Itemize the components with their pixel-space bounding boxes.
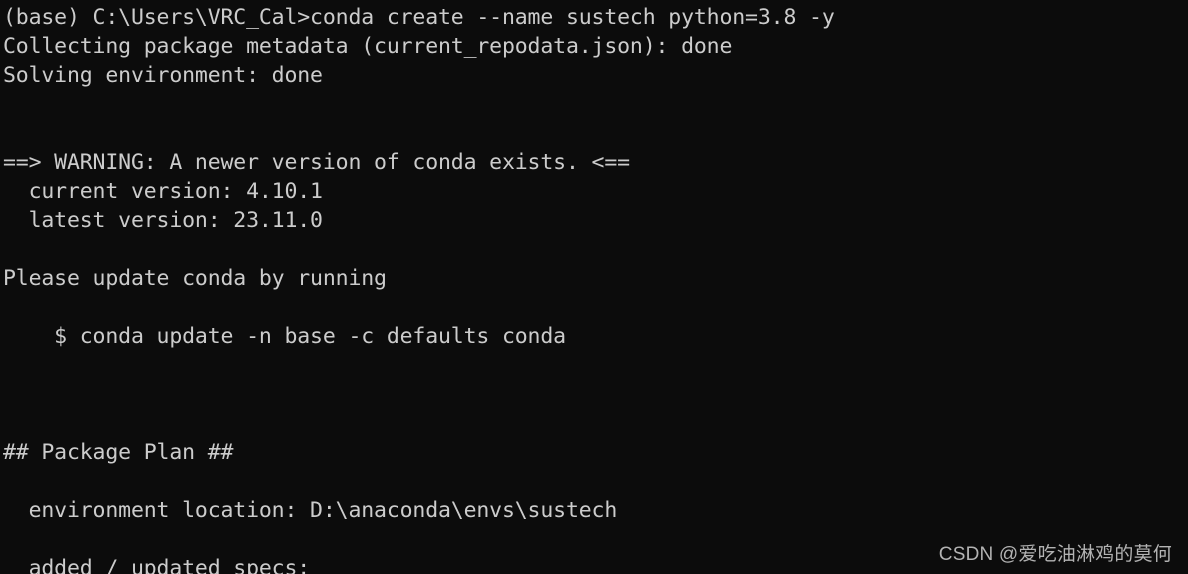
console-output[interactable]: (base) C:\Users\VRC_Cal>conda create --n…: [0, 3, 1188, 574]
console-line: ==> WARNING: A newer version of conda ex…: [3, 150, 630, 175]
console-line: ## Package Plan ##: [3, 440, 234, 465]
console-line: Please update conda by running: [3, 266, 387, 291]
console-line: $ conda update -n base -c defaults conda: [3, 324, 566, 349]
console-line: Solving environment: done: [3, 63, 323, 88]
console-line: Collecting package metadata (current_rep…: [3, 34, 733, 59]
terminal-window[interactable]: (base) C:\Users\VRC_Cal>conda create --n…: [0, 0, 1188, 574]
console-line: latest version: 23.11.0: [3, 208, 323, 233]
console-line: environment location: D:\anaconda\envs\s…: [3, 498, 618, 523]
console-line: added / updated specs:: [3, 556, 311, 574]
console-line: current version: 4.10.1: [3, 179, 323, 204]
console-line: (base) C:\Users\VRC_Cal>conda create --n…: [3, 5, 835, 30]
